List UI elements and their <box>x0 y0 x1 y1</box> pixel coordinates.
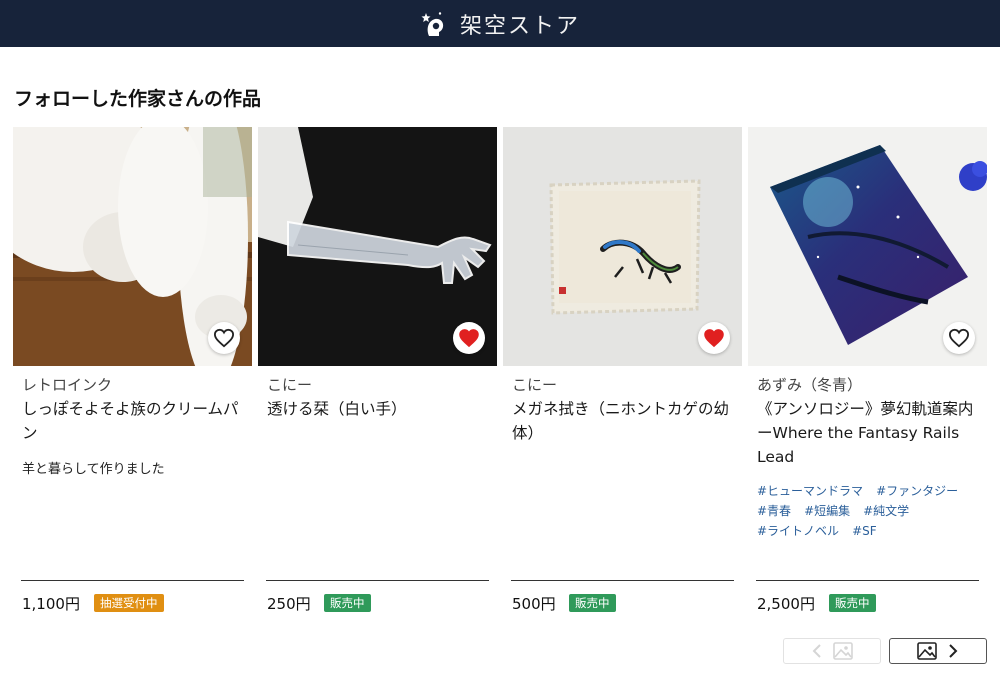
tag-link[interactable]: #ライトノベル <box>757 524 839 538</box>
product-title[interactable]: しっぽそよそよ族のクリームパン <box>22 397 244 445</box>
status-badge: 抽選受付中 <box>94 594 164 612</box>
product-title[interactable]: 《アンソロジー》夢幻軌道案内 ーWhere the Fantasy Rails … <box>757 397 989 469</box>
image-icon <box>917 642 937 660</box>
favorite-button[interactable] <box>943 322 975 354</box>
heart-outline-icon <box>213 328 235 348</box>
image-icon <box>833 642 853 660</box>
product-card[interactable]: こにー メガネ拭き（ニホントカゲの幼体） 500円 販売中 <box>503 127 742 617</box>
price: 250円 <box>267 595 311 613</box>
favorite-button[interactable] <box>208 322 240 354</box>
tag-link[interactable]: #短編集 <box>804 504 850 518</box>
tag-link[interactable]: #ヒューマンドラマ <box>757 484 863 498</box>
status-badge: 販売中 <box>324 594 371 612</box>
product-card[interactable]: こにー 透ける栞（白い手） 250円 販売中 <box>258 127 497 617</box>
heart-filled-icon <box>704 329 724 348</box>
divider <box>511 580 734 581</box>
author-name[interactable]: レトロインク <box>22 374 112 395</box>
status-badge: 販売中 <box>569 594 616 612</box>
favorite-button[interactable] <box>698 322 730 354</box>
product-card[interactable]: あずみ（冬青） 《アンソロジー》夢幻軌道案内 ーWhere the Fantas… <box>748 127 989 617</box>
prev-page-button[interactable] <box>783 638 881 664</box>
tag-link[interactable]: #ファンタジー <box>876 484 958 498</box>
product-title[interactable]: 透ける栞（白い手） <box>267 397 489 421</box>
tag-list: #ヒューマンドラマ #ファンタジー #青春 #短編集 #純文学 #ライトノベル #SF <box>757 481 982 541</box>
chevron-right-icon <box>949 644 958 658</box>
author-name[interactable]: こにー <box>512 374 557 395</box>
tag-link[interactable]: #SF <box>852 524 877 538</box>
product-description: 羊と暮らして作りました <box>22 462 165 477</box>
divider <box>756 580 979 581</box>
header-bar: 架空ストア <box>0 0 1000 47</box>
chevron-left-icon <box>812 644 821 658</box>
price: 500円 <box>512 595 556 613</box>
divider <box>266 580 489 581</box>
heart-filled-icon <box>459 329 479 348</box>
tag-link[interactable]: #純文学 <box>863 504 909 518</box>
divider <box>21 580 244 581</box>
section-title: フォローした作家さんの作品 <box>14 88 262 110</box>
product-card[interactable]: レトロインク しっぽそよそよ族のクリームパン 羊と暮らして作りました 1,100… <box>13 127 252 617</box>
status-badge: 販売中 <box>829 594 876 612</box>
price: 2,500円 <box>757 595 815 613</box>
store-logo-icon <box>421 11 444 36</box>
author-name[interactable]: こにー <box>267 374 312 395</box>
price: 1,100円 <box>22 595 80 613</box>
store-name: 架空ストア <box>459 13 580 39</box>
next-page-button[interactable] <box>889 638 987 664</box>
store-brand[interactable]: 架空ストア <box>420 8 580 40</box>
product-title[interactable]: メガネ拭き（ニホントカゲの幼体） <box>512 397 734 445</box>
author-name[interactable]: あずみ（冬青） <box>757 374 862 395</box>
heart-outline-icon <box>948 328 970 348</box>
tag-link[interactable]: #青春 <box>757 504 791 518</box>
favorite-button[interactable] <box>453 322 485 354</box>
